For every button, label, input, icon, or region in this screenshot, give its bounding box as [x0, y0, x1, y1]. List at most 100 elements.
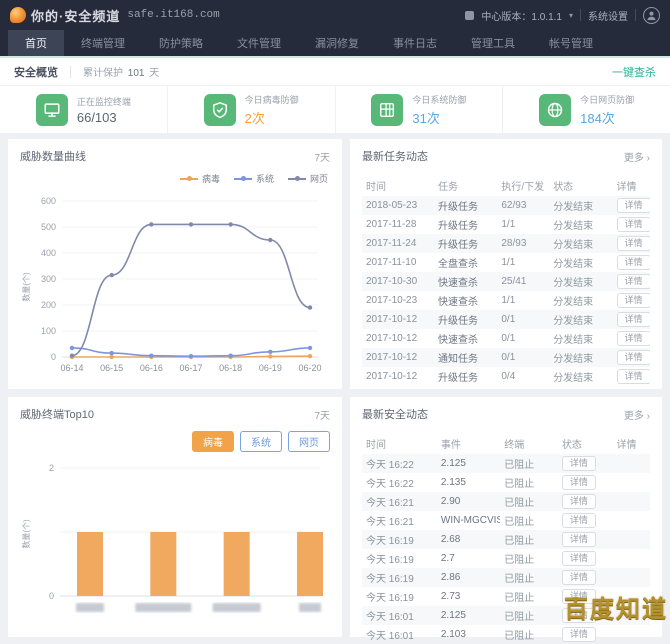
task-status: 分发结束 — [549, 331, 612, 346]
svg-text:600: 600 — [41, 196, 56, 206]
event-detail-cell: 详情 — [558, 532, 613, 547]
svg-text:06-20: 06-20 — [298, 363, 321, 373]
legend-item-系统[interactable]: 系统 — [234, 172, 274, 185]
event-status: 已阻止 — [500, 513, 558, 528]
bar — [150, 532, 176, 596]
event-terminal: 2.68 — [437, 534, 500, 545]
protect-days: 累计保护 101 天 — [83, 64, 159, 79]
task-detail-cell: 详情 — [613, 217, 650, 232]
detail-link[interactable]: 详情 — [617, 198, 650, 213]
detail-link[interactable]: 详情 — [617, 331, 650, 346]
panel-title: 威胁终端Top10 — [20, 406, 94, 422]
event-status: 已阻止 — [500, 532, 558, 547]
event-terminal: 2.73 — [437, 591, 500, 602]
event-time: 今天 16:19 — [362, 551, 437, 566]
svg-text:0: 0 — [49, 591, 54, 601]
detail-link[interactable]: 详情 — [617, 350, 650, 365]
detail-link[interactable]: 详情 — [562, 627, 596, 642]
detail-link[interactable]: 详情 — [617, 293, 650, 308]
nav-tab-5[interactable]: 事件日志 — [376, 30, 454, 56]
svg-text:数量(个): 数量(个) — [21, 272, 31, 302]
task-status: 分发结束 — [549, 217, 612, 232]
nav-tab-1[interactable]: 终端管理 — [64, 30, 142, 56]
task-table: 时间任务执行/下发状态详情2018-05-23升级任务62/93分发结束详情20… — [362, 174, 650, 386]
table-row: 今天 16:222.125已阻止详情 — [362, 454, 650, 473]
filter-button-系统[interactable]: 系统 — [240, 431, 282, 452]
detail-link[interactable]: 详情 — [562, 475, 596, 490]
panel-title: 最新安全动态 — [362, 406, 428, 422]
task-detail-cell: 详情 — [613, 236, 650, 251]
task-progress: 28/93 — [497, 238, 549, 249]
more-link[interactable]: 更多 › — [624, 149, 650, 164]
event-status: 已阻止 — [500, 551, 558, 566]
table-row: 2017-10-12通知任务0/1分发结束详情 — [362, 348, 650, 367]
more-link[interactable]: 更多 › — [624, 407, 650, 422]
event-status: 已阻止 — [500, 494, 558, 509]
svg-text:100: 100 — [41, 326, 56, 336]
column-header: 执行/下发 — [497, 178, 549, 193]
nav-tab-0[interactable]: 首页 — [8, 30, 64, 56]
task-detail-cell: 详情 — [613, 198, 650, 213]
column-header: 事件 — [437, 436, 500, 451]
task-status: 分发结束 — [549, 274, 612, 289]
task-detail-cell: 详情 — [613, 255, 650, 270]
nav-tab-4[interactable]: 漏洞修复 — [298, 30, 376, 56]
column-header: 终端 — [500, 436, 558, 451]
event-terminal: 2.90 — [437, 496, 500, 507]
event-terminal: 2.125 — [437, 458, 500, 469]
svg-text:400: 400 — [41, 248, 56, 258]
detail-link[interactable]: 详情 — [617, 274, 650, 289]
version-label[interactable]: 中心版本：1.0.1.1 — [481, 8, 562, 23]
one-key-scan-link[interactable]: 一键查杀 — [612, 64, 656, 80]
detail-link[interactable]: 详情 — [562, 513, 596, 528]
stat-card-3[interactable]: 今日网页防御184次 — [503, 86, 670, 133]
detail-link[interactable]: 详情 — [562, 532, 596, 547]
detail-link[interactable]: 详情 — [617, 369, 650, 384]
task-name: 升级任务 — [434, 369, 497, 384]
task-name: 快速查杀 — [434, 293, 497, 308]
detail-link[interactable]: 详情 — [617, 217, 650, 232]
task-time: 2017-10-23 — [362, 295, 434, 306]
user-avatar-icon[interactable] — [643, 7, 660, 24]
monitor-icon — [36, 94, 68, 126]
legend-item-网页[interactable]: 网页 — [288, 172, 328, 185]
column-header: 时间 — [362, 436, 437, 451]
detail-link[interactable]: 详情 — [617, 312, 650, 327]
detail-link[interactable]: 详情 — [562, 456, 596, 471]
nav-tab-6[interactable]: 管理工具 — [454, 30, 532, 56]
svg-text:0: 0 — [51, 352, 56, 362]
event-detail-cell: 详情 — [558, 456, 613, 471]
detail-link[interactable]: 详情 — [617, 255, 650, 270]
table-row: 2017-10-30快速查杀25/41分发结束详情 — [362, 272, 650, 291]
task-name: 升级任务 — [434, 312, 497, 327]
event-detail-cell: 详情 — [558, 494, 613, 509]
stat-value: 2次 — [245, 108, 299, 127]
stat-card-2[interactable]: 今日系统防御31次 — [336, 86, 504, 133]
filter-button-网页[interactable]: 网页 — [288, 431, 330, 452]
legend-item-病毒[interactable]: 病毒 — [180, 172, 220, 185]
masked-terminal-label — [299, 603, 321, 612]
filter-button-病毒[interactable]: 病毒 — [192, 431, 234, 452]
task-name: 升级任务 — [434, 198, 497, 213]
task-detail-cell: 详情 — [613, 274, 650, 289]
system-settings-link[interactable]: 系统设置 — [588, 8, 628, 23]
table-row: 2017-10-12快速查杀0/1分发结束详情 — [362, 329, 650, 348]
task-detail-cell: 详情 — [613, 312, 650, 327]
table-row: 今天 16:192.68已阻止详情 — [362, 530, 650, 549]
event-status: 已阻止 — [500, 608, 558, 623]
detail-link[interactable]: 详情 — [617, 236, 650, 251]
divider — [580, 9, 581, 21]
nav-tab-7[interactable]: 帐号管理 — [532, 30, 610, 56]
nav-tab-3[interactable]: 文件管理 — [220, 30, 298, 56]
task-status: 分发结束 — [549, 312, 612, 327]
task-time: 2017-11-28 — [362, 219, 434, 230]
nav-tab-2[interactable]: 防护策略 — [142, 30, 220, 56]
chevron-down-icon[interactable]: ▾ — [569, 11, 573, 20]
detail-link[interactable]: 详情 — [562, 551, 596, 566]
stat-card-1[interactable]: 今日病毒防御2次 — [168, 86, 336, 133]
detail-link[interactable]: 详情 — [562, 570, 596, 585]
detail-link[interactable]: 详情 — [562, 494, 596, 509]
stat-card-0[interactable]: 正在监控终端66/103 — [0, 86, 168, 133]
svg-text:06-14: 06-14 — [60, 363, 83, 373]
protect-days-value: 101 — [128, 68, 145, 79]
